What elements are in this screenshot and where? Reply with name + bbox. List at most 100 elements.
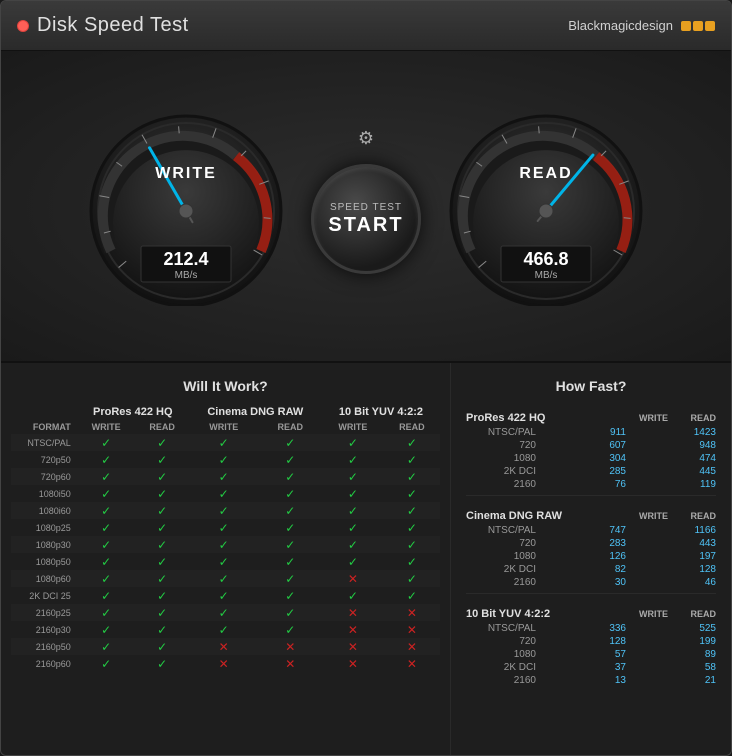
speed-data-row: 720607948 [466,439,716,452]
format-label: 2160p50 [11,638,77,655]
check-cell: ✓ [77,434,136,451]
check-cell: ✓ [189,451,259,468]
check-mark: ✓ [407,504,417,518]
check-cell: ✓ [259,536,322,553]
data-section: Will It Work? ProRes 422 HQ Cinema DNG R… [1,361,731,755]
speed-section: ProRes 422 HQWRITEREADNTSC/PAL9111423720… [466,404,716,496]
check-mark: ✓ [101,589,111,603]
check-cell: ✓ [189,536,259,553]
check-cell: ✓ [136,604,189,621]
check-mark: ✓ [407,453,417,467]
speed-read-value: 1423 [676,427,716,438]
yuv-read-header: READ [384,420,440,434]
table-row: 720p60✓✓✓✓✓✓ [11,468,440,485]
check-mark: ✓ [348,521,358,535]
speed-read-value: 58 [676,662,716,673]
check-cell: ✓ [259,519,322,536]
check-mark: ✓ [157,623,167,637]
table-row: 1080p50✓✓✓✓✓✓ [11,553,440,570]
speed-read-value: 445 [676,466,716,477]
check-cell: ✓ [189,570,259,587]
right-panel-title: How Fast? [466,378,716,394]
table-row: 1080p60✓✓✓✓✕✓ [11,570,440,587]
start-button[interactable]: SPEED TEST START [311,164,421,274]
compat-table: ProRes 422 HQ Cinema DNG RAW 10 Bit YUV … [11,404,440,672]
check-cell: ✓ [77,587,136,604]
check-cell: ✓ [384,485,440,502]
check-cell: ✓ [77,536,136,553]
check-cell: ✕ [322,638,384,655]
speed-col-header: READ [676,609,716,619]
check-cell: ✓ [259,468,322,485]
check-mark: ✓ [285,487,295,501]
check-cell: ✓ [189,604,259,621]
check-mark: ✓ [101,453,111,467]
speed-row-label: 720 [466,538,536,549]
check-cell: ✓ [136,638,189,655]
check-mark: ✓ [157,521,167,535]
left-panel: Will It Work? ProRes 422 HQ Cinema DNG R… [1,363,451,755]
check-cell: ✓ [77,655,136,672]
check-mark: ✓ [219,521,229,535]
speed-read-value: 197 [676,551,716,562]
check-mark: ✓ [348,504,358,518]
yuv-write-header: WRITE [322,420,384,434]
check-mark: ✓ [101,555,111,569]
check-cell: ✕ [189,638,259,655]
check-cell: ✓ [136,434,189,451]
settings-button[interactable]: ⚙ [358,128,374,149]
speed-row-label: 2K DCI [466,564,536,575]
check-cell: ✓ [322,502,384,519]
check-mark: ✓ [285,504,295,518]
check-cell: ✓ [322,451,384,468]
gauge-section: WRITE 212.4 MB/s ⚙ SPEED TEST START [1,51,731,361]
speed-row-label: 720 [466,440,536,451]
check-cell: ✕ [322,604,384,621]
speed-col-header: WRITE [628,609,668,619]
check-cell: ✓ [259,434,322,451]
check-cell: ✓ [322,536,384,553]
x-mark: ✕ [407,606,417,620]
check-cell: ✓ [322,434,384,451]
table-row: 720p50✓✓✓✓✓✓ [11,451,440,468]
check-mark: ✓ [285,470,295,484]
check-mark: ✓ [407,589,417,603]
center-controls: ⚙ SPEED TEST START [311,128,421,274]
format-label: 720p50 [11,451,77,468]
table-row: 2160p60✓✓✕✕✕✕ [11,655,440,672]
check-cell: ✓ [322,468,384,485]
check-mark: ✓ [348,555,358,569]
check-cell: ✓ [136,451,189,468]
check-cell: ✓ [189,587,259,604]
check-cell: ✓ [189,502,259,519]
check-mark: ✓ [407,521,417,535]
check-cell: ✓ [77,638,136,655]
check-cell: ✓ [136,621,189,638]
table-row: 1080i60✓✓✓✓✓✓ [11,502,440,519]
check-cell: ✓ [259,570,322,587]
speed-row-label: 2K DCI [466,466,536,477]
table-row: 2160p25✓✓✓✓✕✕ [11,604,440,621]
check-mark: ✓ [407,470,417,484]
table-row: 2160p30✓✓✓✓✕✕ [11,621,440,638]
speed-data-row: 1080304474 [466,452,716,465]
svg-text:READ: READ [519,165,572,182]
check-cell: ✓ [259,604,322,621]
x-mark: ✕ [407,623,417,637]
check-cell: ✓ [136,485,189,502]
speed-sections: ProRes 422 HQWRITEREADNTSC/PAL9111423720… [466,404,716,687]
speed-row-label: 1080 [466,649,536,660]
svg-text:466.8: 466.8 [523,249,568,269]
speed-data-row: 2K DCI285445 [466,465,716,478]
check-cell: ✓ [77,570,136,587]
speed-data-row: 1080126197 [466,550,716,563]
speed-row-label: 2160 [466,675,536,686]
speed-data-row: NTSC/PAL9111423 [466,426,716,439]
format-sub: FORMAT [11,420,77,434]
speed-write-value: 283 [586,538,626,549]
check-cell: ✓ [77,621,136,638]
format-label: 720p60 [11,468,77,485]
check-mark: ✓ [157,606,167,620]
close-button[interactable] [17,20,29,32]
section-separator [466,593,716,594]
